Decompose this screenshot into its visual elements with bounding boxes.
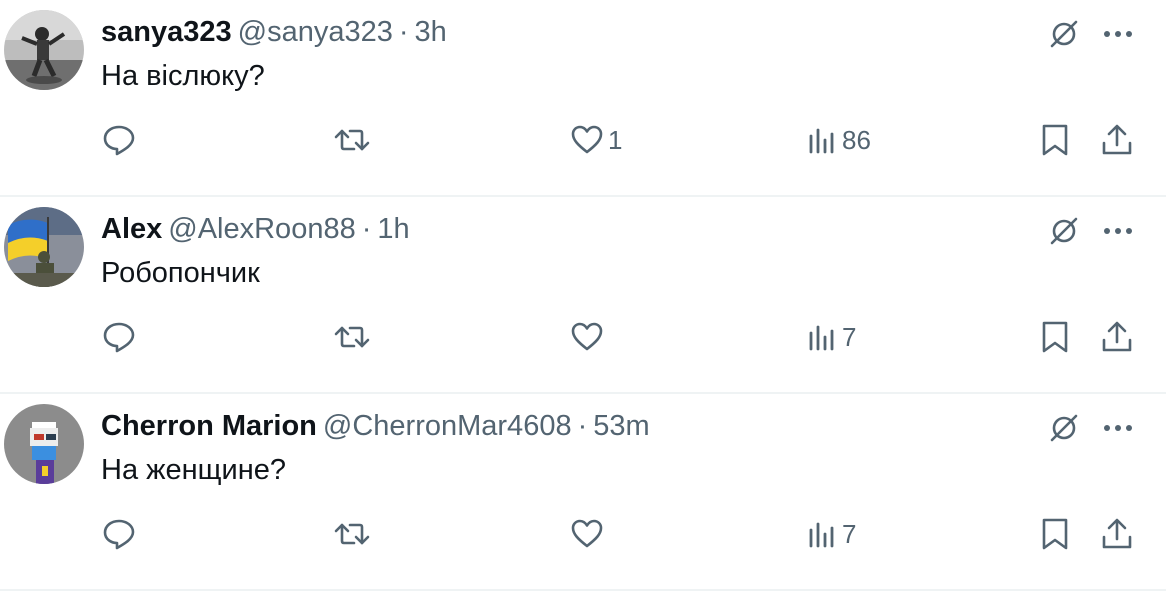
- avatar[interactable]: [4, 10, 84, 90]
- bookmark-button[interactable]: [1040, 315, 1070, 359]
- display-name[interactable]: sanya323: [101, 16, 232, 48]
- reply-icon: [103, 519, 135, 550]
- views-icon: [809, 325, 834, 351]
- share-button[interactable]: [1100, 512, 1134, 556]
- share-icon: [1102, 518, 1132, 549]
- retweet-button[interactable]: [333, 118, 371, 162]
- views-button[interactable]: 86: [806, 118, 871, 162]
- tweet-text: На женщине?: [101, 454, 287, 486]
- retweet-button[interactable]: [333, 315, 371, 359]
- pixel-punk-avatar: [4, 404, 84, 484]
- heart-icon: [571, 125, 603, 154]
- timestamp[interactable]: 1h: [377, 213, 409, 245]
- reply-button[interactable]: [102, 118, 136, 162]
- reply-tweet[interactable]: Alex @AlexRoon88 · 1h Робопончик 7: [0, 197, 1166, 394]
- reply-tweet[interactable]: Cherron Marion @CherronMar4608 · 53m На жен…: [0, 394, 1166, 591]
- tweet-header: sanya323 @sanya323 · 3h: [101, 14, 447, 50]
- views-icon: [809, 522, 834, 548]
- reply-tweet[interactable]: sanya323 @sanya323 · 3h На віслюку? 1 86: [0, 0, 1166, 197]
- bookmark-button[interactable]: [1040, 118, 1070, 162]
- separator-dot: ·: [577, 410, 588, 442]
- bookmark-icon: [1042, 518, 1068, 550]
- tweet-text: Робопончик: [101, 257, 260, 289]
- tweet-header: Cherron Marion @CherronMar4608 · 53m: [101, 408, 650, 444]
- like-button[interactable]: [570, 315, 608, 359]
- bookmark-button[interactable]: [1040, 512, 1070, 556]
- share-button[interactable]: [1100, 315, 1134, 359]
- action-bar: 1 86: [0, 118, 1166, 162]
- reply-icon: [103, 322, 135, 353]
- like-count: 1: [608, 124, 623, 155]
- more-icon[interactable]: [1098, 14, 1138, 54]
- views-count: 7: [842, 518, 857, 549]
- views-button[interactable]: 7: [806, 315, 856, 359]
- retweet-icon: [334, 523, 370, 545]
- ukraine-flag-avatar: [4, 207, 84, 287]
- more-icon[interactable]: [1098, 211, 1138, 251]
- reply-button[interactable]: [102, 315, 136, 359]
- like-button[interactable]: [570, 512, 608, 556]
- avatar[interactable]: [4, 207, 84, 287]
- tweet-text: На віслюку?: [101, 60, 265, 92]
- retweet-button[interactable]: [333, 512, 371, 556]
- heart-icon: [571, 322, 603, 351]
- action-bar: 7: [0, 315, 1166, 359]
- retweet-icon: [334, 129, 370, 151]
- grok-icon[interactable]: [1044, 408, 1084, 448]
- separator-dot: ·: [398, 16, 409, 48]
- retweet-icon: [334, 326, 370, 348]
- bookmark-icon: [1042, 124, 1068, 156]
- more-icon[interactable]: [1098, 408, 1138, 448]
- bookmark-icon: [1042, 321, 1068, 353]
- views-count: 86: [842, 124, 871, 155]
- timestamp[interactable]: 53m: [593, 410, 649, 442]
- reply-icon: [103, 125, 135, 156]
- views-button[interactable]: 7: [806, 512, 856, 556]
- heart-icon: [571, 519, 603, 548]
- user-handle[interactable]: @sanya323: [238, 16, 393, 48]
- user-handle[interactable]: @AlexRoon88: [168, 213, 355, 245]
- reply-button[interactable]: [102, 512, 136, 556]
- separator-dot: ·: [361, 213, 372, 245]
- like-button[interactable]: 1: [570, 118, 622, 162]
- grok-icon[interactable]: [1044, 14, 1084, 54]
- tweet-header: Alex @AlexRoon88 · 1h: [101, 211, 410, 247]
- display-name[interactable]: Cherron Marion: [101, 410, 317, 442]
- share-icon: [1102, 321, 1132, 352]
- bw-photo-avatar: [4, 10, 84, 90]
- avatar[interactable]: [4, 404, 84, 484]
- display-name[interactable]: Alex: [101, 213, 162, 245]
- user-handle[interactable]: @CherronMar4608: [323, 410, 572, 442]
- views-count: 7: [842, 321, 857, 352]
- share-icon: [1102, 124, 1132, 155]
- timestamp[interactable]: 3h: [415, 16, 447, 48]
- share-button[interactable]: [1100, 118, 1134, 162]
- views-icon: [809, 128, 834, 154]
- grok-icon[interactable]: [1044, 211, 1084, 251]
- action-bar: 7: [0, 512, 1166, 556]
